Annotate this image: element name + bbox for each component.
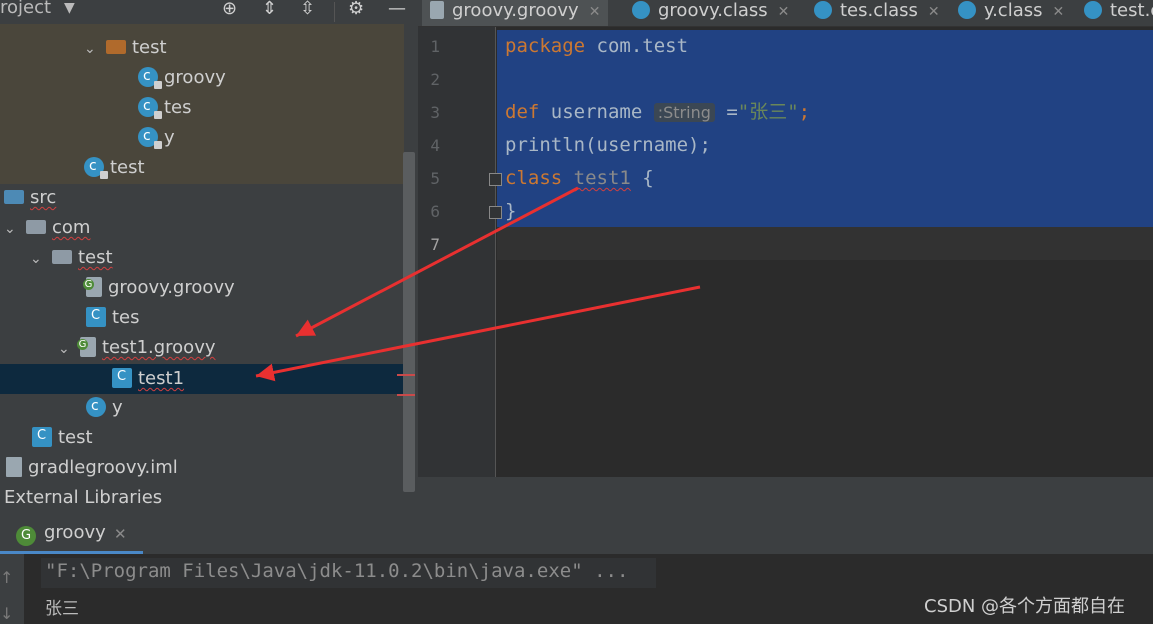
annotation-arrows: [255, 186, 701, 382]
annotation-arrow: [295, 186, 579, 338]
annotation-arrow: [255, 285, 701, 382]
